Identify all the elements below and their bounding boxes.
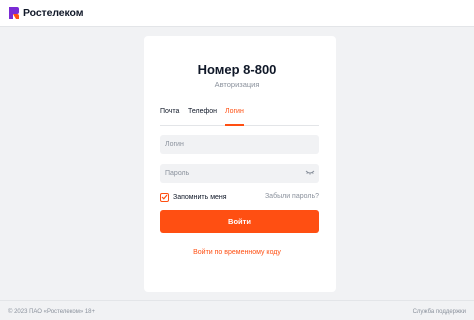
temp-code-login-link[interactable]: Войти по временному коду <box>0 249 474 256</box>
forgot-password-link[interactable]: Забыли пароль? <box>265 193 319 200</box>
checkmark-icon <box>161 194 168 200</box>
page-title: Номер 8-800 <box>197 62 277 77</box>
brand-logo[interactable]: Ростелеком <box>8 6 83 20</box>
remember-me[interactable]: Запомнить меня <box>160 192 227 202</box>
login-input[interactable] <box>160 135 319 154</box>
copyright-text: © 2023 ПАО «Ростелеком» 18+ <box>8 309 96 315</box>
login-button[interactable]: Войти <box>160 210 319 233</box>
remember-checkbox[interactable] <box>160 192 169 202</box>
auth-method-tabs: Почта Телефон Логин <box>160 106 319 126</box>
password-input[interactable] <box>160 164 319 183</box>
support-link[interactable]: Служба поддержки <box>413 309 466 315</box>
brand-name: Ростелеком <box>23 7 84 19</box>
page-subtitle: Авторизация <box>214 80 260 89</box>
top-bar: Ростелеком <box>0 0 474 27</box>
tab-email[interactable]: Почта <box>160 106 179 126</box>
tab-login[interactable]: Логин <box>225 106 244 126</box>
tab-phone[interactable]: Телефон <box>188 106 217 126</box>
eye-closed-icon[interactable] <box>305 168 315 176</box>
remember-label: Запомнить меня <box>173 193 227 201</box>
rostelecom-logo-icon <box>9 7 19 19</box>
